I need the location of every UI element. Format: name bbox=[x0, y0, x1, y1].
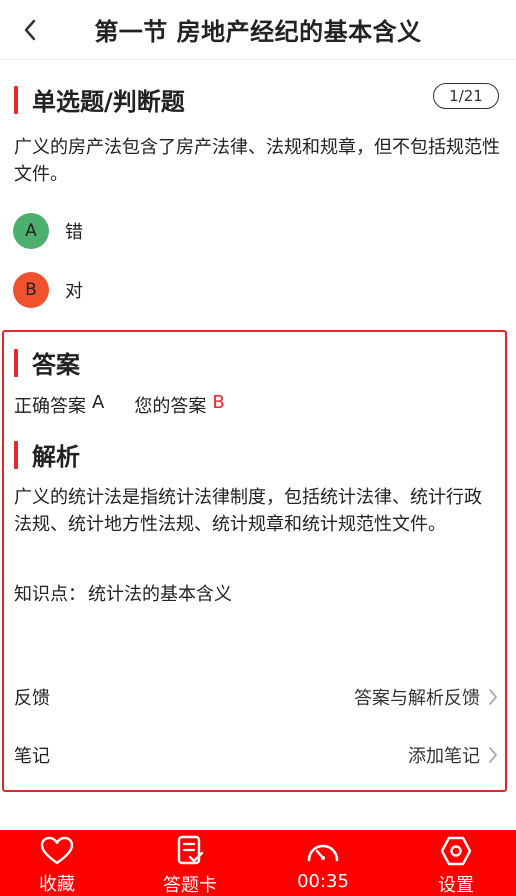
feedback-label: 反馈 bbox=[14, 688, 50, 709]
chevron-right-icon bbox=[489, 689, 497, 705]
tab-timer[interactable]: 00:35 bbox=[273, 830, 373, 896]
timer-icon bbox=[307, 844, 339, 862]
option-b-label: 对 bbox=[65, 281, 83, 302]
your-answer-label: 您的答案 bbox=[134, 396, 207, 417]
tab-settings-label: 设置 bbox=[438, 875, 474, 896]
tab-answer-card-label: 答题卡 bbox=[163, 875, 217, 896]
question-counter[interactable]: 1/21 bbox=[433, 83, 499, 109]
option-b-badge: B bbox=[13, 272, 49, 308]
tab-answer-card[interactable]: 答题卡 bbox=[140, 830, 240, 896]
question-page: 第一节 房地产经纪的基本含义 单选题/判断题 1/21 广义的房产法包含了房产法… bbox=[0, 0, 516, 896]
feedback-row[interactable]: 反馈 答案与解析反馈 bbox=[14, 682, 498, 712]
answer-heading-label: 答案 bbox=[32, 351, 80, 379]
answer-card-icon bbox=[177, 835, 204, 865]
heart-icon bbox=[40, 836, 74, 864]
question-text: 广义的房产法包含了房产法律、法规和规章，但不包括规范性文件。 bbox=[14, 137, 500, 185]
feedback-action[interactable]: 答案与解析反馈 bbox=[354, 684, 498, 710]
add-note-label: 添加笔记 bbox=[408, 746, 480, 767]
heading-accent-bar bbox=[14, 348, 18, 377]
bottom-tab-bar: 收藏 答题卡 00:35 设置 bbox=[0, 830, 516, 896]
chevron-right-icon bbox=[489, 747, 497, 763]
tab-favorite-label: 收藏 bbox=[39, 874, 75, 895]
notes-row[interactable]: 笔记 添加笔记 bbox=[14, 740, 498, 770]
heading-accent-bar bbox=[14, 85, 18, 114]
correct-answer-value: A bbox=[92, 392, 105, 413]
answer-heading: 答案 bbox=[14, 345, 80, 380]
header: 第一节 房地产经纪的基本含义 bbox=[0, 0, 516, 60]
correct-answer-label: 正确答案 bbox=[14, 396, 86, 417]
analysis-heading: 解析 bbox=[14, 437, 80, 472]
analysis-heading-label: 解析 bbox=[32, 443, 80, 471]
tab-timer-label: 00:35 bbox=[297, 871, 349, 892]
knowledge-point: 知识点： 统计法的基本含义 bbox=[14, 580, 232, 606]
page-title: 第一节 房地产经纪的基本含义 bbox=[94, 18, 422, 46]
answer-summary: 正确答案 A 您的答案 B bbox=[14, 392, 225, 418]
question-type-label: 单选题/判断题 bbox=[32, 88, 185, 116]
chevron-left-icon bbox=[24, 19, 36, 41]
feedback-action-label: 答案与解析反馈 bbox=[354, 688, 480, 709]
notes-label: 笔记 bbox=[14, 746, 50, 767]
question-type-heading: 单选题/判断题 bbox=[14, 82, 185, 117]
add-note-action[interactable]: 添加笔记 bbox=[408, 742, 498, 768]
knowledge-point-value: 统计法的基本含义 bbox=[88, 584, 232, 605]
tab-favorite[interactable]: 收藏 bbox=[7, 830, 107, 896]
knowledge-point-label: 知识点： bbox=[14, 584, 86, 605]
heading-accent-bar bbox=[14, 440, 18, 469]
tab-settings[interactable]: 设置 bbox=[406, 830, 506, 896]
option-a[interactable]: A 错 bbox=[13, 213, 83, 249]
your-answer-value: B bbox=[212, 392, 225, 413]
analysis-text: 广义的统计法是指统计法律制度，包括统计法律、统计行政法规、统计地方性法规、统计规… bbox=[14, 487, 482, 535]
option-a-label: 错 bbox=[65, 222, 83, 243]
settings-icon bbox=[440, 836, 472, 866]
option-a-badge: A bbox=[13, 213, 49, 249]
option-b[interactable]: B 对 bbox=[13, 272, 83, 308]
back-button[interactable] bbox=[10, 10, 50, 50]
